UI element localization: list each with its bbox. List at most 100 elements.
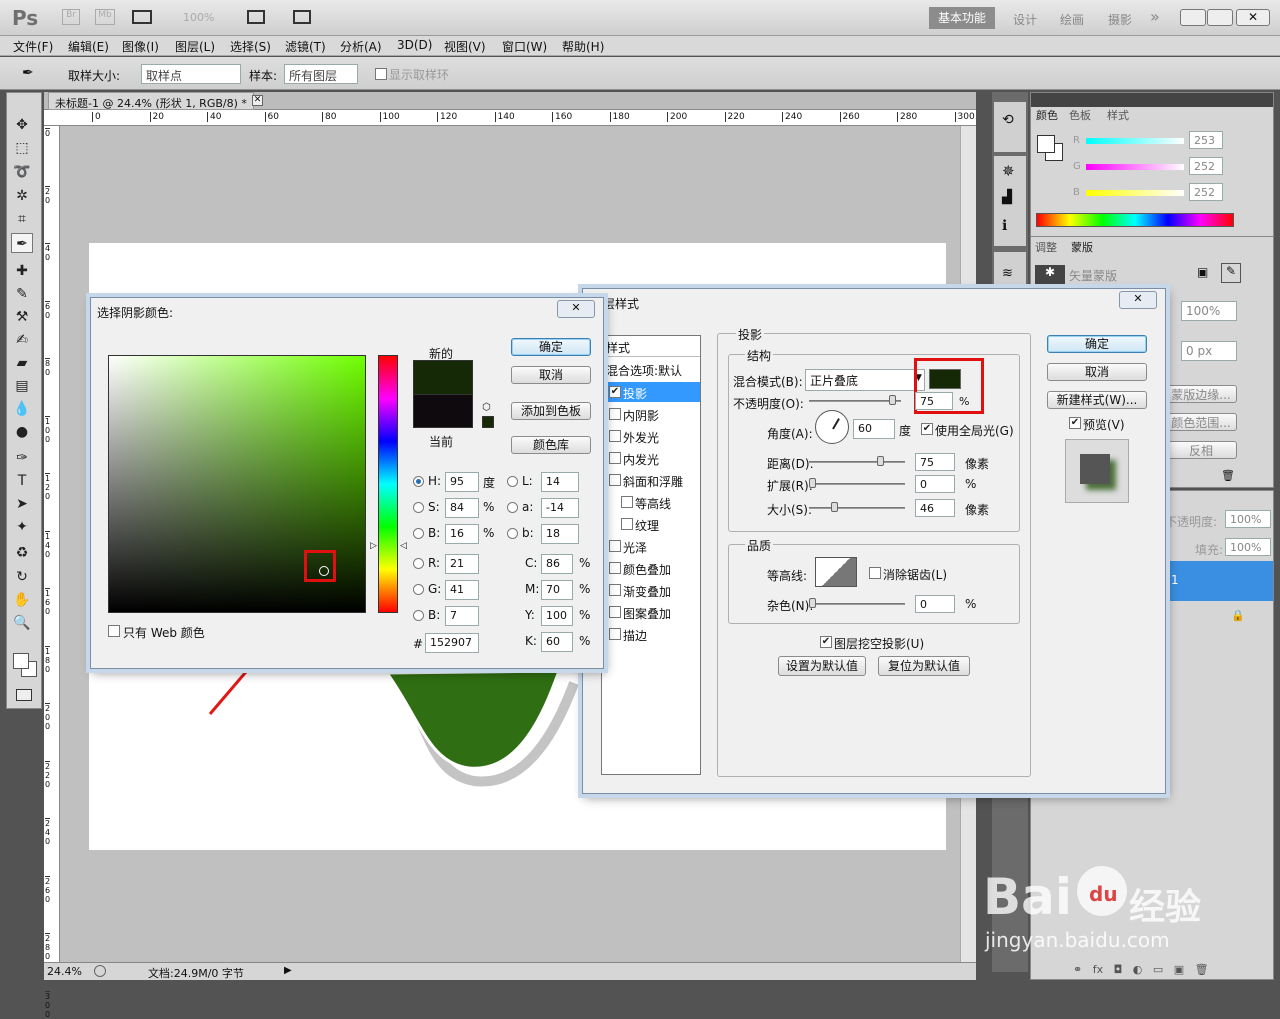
color-range-button[interactable]: 颜色范围... (1165, 413, 1237, 431)
style-item[interactable]: ✔ 投影 (603, 382, 700, 402)
add-to-swatches-button[interactable]: 添加到色板 (511, 402, 591, 420)
color-libraries-button[interactable]: 颜色库 (511, 436, 591, 454)
style-item-checkbox[interactable] (609, 430, 621, 442)
blur-tool-icon[interactable]: 💧 (11, 399, 33, 419)
style-item-checkbox[interactable] (609, 540, 621, 552)
menu-image[interactable]: 图像(I) (122, 38, 159, 55)
marquee-tool-icon[interactable]: ⬚ (11, 138, 33, 158)
picker-field-value[interactable]: 21 (445, 554, 479, 574)
current-color-swatch[interactable] (413, 394, 473, 428)
picker-lab-radio[interactable] (507, 476, 518, 487)
layer-style-ok-button[interactable]: 确定 (1047, 335, 1147, 353)
path-selection-tool-icon[interactable]: ➤ (11, 494, 33, 514)
style-item[interactable]: 内阴影 (603, 404, 700, 424)
menu-help[interactable]: 帮助(H) (562, 38, 604, 55)
style-item[interactable]: 颜色叠加 (603, 558, 700, 578)
r-slider[interactable] (1086, 138, 1184, 144)
r-value[interactable]: 253 (1189, 131, 1223, 149)
color-fg-swatch[interactable] (1037, 135, 1055, 153)
hue-slider[interactable] (378, 355, 398, 613)
size-value[interactable]: 46 (915, 499, 955, 517)
b-slider[interactable] (1086, 190, 1184, 196)
delete-mask-icon[interactable]: 🗑 (1221, 469, 1235, 482)
picker-field-value[interactable]: 95 (445, 472, 479, 492)
style-item-checkbox[interactable] (621, 496, 633, 508)
noise-slider[interactable] (809, 603, 905, 605)
eraser-tool-icon[interactable]: ▰ (11, 353, 33, 373)
distance-slider[interactable] (809, 461, 905, 463)
menu-3d[interactable]: 3D(D) (397, 38, 432, 52)
brushes-icon[interactable]: ≋ (1002, 266, 1013, 281)
layers-bottom-icons[interactable]: ⚭ fx ◘ ◐ ▭ ▣ 🗑 (1073, 963, 1209, 976)
info-icon[interactable]: ℹ (1002, 218, 1007, 234)
menu-layer[interactable]: 图层(L) (175, 38, 215, 55)
clone-stamp-tool-icon[interactable]: ⚒ (11, 307, 33, 327)
picker-lab-value[interactable]: 18 (541, 524, 579, 544)
global-light-checkbox[interactable]: ✔ (921, 423, 933, 435)
eyedropper-preset-icon[interactable]: ✒ (22, 65, 34, 81)
move-tool-icon[interactable]: ✥ (11, 115, 33, 135)
b-value[interactable]: 252 (1189, 183, 1223, 201)
style-item[interactable]: 斜面和浮雕 (603, 470, 700, 490)
bridge-button[interactable]: Br (62, 9, 80, 25)
tab-styles[interactable]: 样式 (1107, 107, 1129, 123)
style-item[interactable]: 内发光 (603, 448, 700, 468)
style-item[interactable]: 等高线 (603, 492, 700, 512)
noise-value[interactable]: 0 (915, 595, 955, 613)
quick-mask-icon[interactable] (16, 689, 32, 701)
feather-value[interactable]: 0 px (1181, 341, 1237, 361)
status-menu-arrow-icon[interactable]: ▶ (284, 965, 292, 976)
picker-ok-button[interactable]: 确定 (511, 338, 591, 356)
picker-radio[interactable] (413, 610, 424, 621)
picker-radio[interactable] (413, 476, 424, 487)
vector-mask-add-icon[interactable]: ✎ (1221, 263, 1241, 283)
3d-rotate-tool-icon[interactable]: ♻ (11, 543, 33, 563)
workspace-photography[interactable]: 摄影 (1108, 11, 1132, 28)
picker-lab-value[interactable]: 14 (541, 472, 579, 492)
preview-checkbox[interactable]: ✔ (1069, 417, 1081, 429)
picker-lab-radio[interactable] (507, 528, 518, 539)
healing-brush-tool-icon[interactable]: ✚ (11, 261, 33, 281)
distance-slider-knob[interactable] (877, 456, 884, 466)
style-item[interactable]: 渐变叠加 (603, 580, 700, 600)
style-item-checkbox[interactable] (609, 628, 621, 640)
mask-edge-button[interactable]: 蒙版边缘... (1165, 385, 1237, 403)
picker-field-value[interactable]: 41 (445, 580, 479, 600)
style-item[interactable]: 光泽 (603, 536, 700, 556)
noise-slider-knob[interactable] (809, 598, 816, 608)
color-spectrum-ramp[interactable] (1036, 213, 1234, 227)
layer-style-cancel-button[interactable]: 取消 (1047, 363, 1147, 381)
vector-mask-icon[interactable]: ✱ (1035, 265, 1065, 285)
g-value[interactable]: 252 (1189, 157, 1223, 175)
mini-bridge-button[interactable]: Mb (95, 9, 115, 25)
picker-field-value[interactable]: 16 (445, 524, 479, 544)
distance-value[interactable]: 75 (915, 453, 955, 471)
layer-style-close-button[interactable]: ✕ (1119, 291, 1157, 309)
menu-filter[interactable]: 滤镜(T) (285, 38, 326, 55)
picker-field-value[interactable]: 84 (445, 498, 479, 518)
arrange-documents-icon[interactable] (247, 10, 265, 24)
style-item-checkbox[interactable] (621, 518, 633, 530)
color-picker-close-button[interactable]: ✕ (557, 300, 595, 318)
style-item-checkbox[interactable]: ✔ (609, 386, 621, 398)
style-item-checkbox[interactable] (609, 562, 621, 574)
menu-edit[interactable]: 编辑(E) (68, 38, 109, 55)
sample-size-select[interactable]: 取样点 (141, 64, 241, 84)
knockout-checkbox[interactable]: ✔ (820, 636, 832, 648)
tab-masks[interactable]: 蒙版 (1071, 239, 1093, 255)
picker-cancel-button[interactable]: 取消 (511, 366, 591, 384)
style-item-checkbox[interactable] (609, 584, 621, 596)
restore-button[interactable] (1207, 9, 1233, 26)
quick-selection-tool-icon[interactable]: ✲ (11, 186, 33, 206)
history-brush-tool-icon[interactable]: ✍ (11, 330, 33, 350)
pixel-mask-icon[interactable]: ▣ (1197, 265, 1208, 279)
style-item[interactable]: 描边 (603, 624, 700, 644)
close-document-icon[interactable]: ✕ (252, 95, 263, 106)
style-item-checkbox[interactable] (609, 606, 621, 618)
menu-view[interactable]: 视图(V) (444, 38, 486, 55)
color-field[interactable] (108, 355, 366, 613)
3d-orbit-tool-icon[interactable]: ↻ (11, 567, 33, 587)
pen-tool-icon[interactable]: ✑ (11, 448, 33, 468)
density-value[interactable]: 100% (1181, 301, 1237, 321)
workspace-design[interactable]: 设计 (1013, 11, 1037, 28)
